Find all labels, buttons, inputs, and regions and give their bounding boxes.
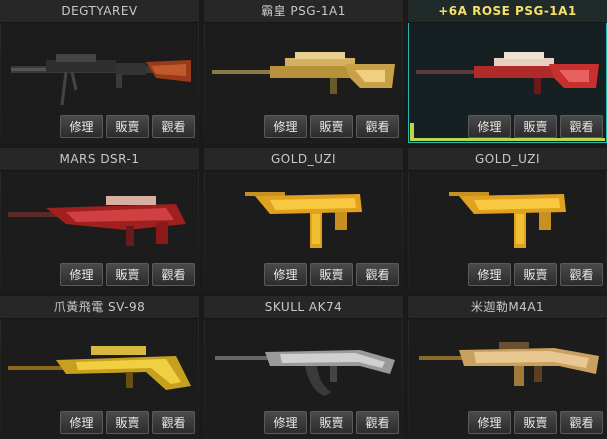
repair-button[interactable]: 修理 [60, 411, 103, 434]
sniper-red-icon [8, 196, 186, 246]
repair-button[interactable]: 修理 [264, 263, 307, 286]
weapon-name: GOLD_UZI [204, 148, 403, 171]
weapon-card[interactable]: 爪黃飛電 SV-98 修理 販賣 觀看 [0, 296, 199, 439]
weapon-name: GOLD_UZI [408, 148, 607, 171]
sell-button[interactable]: 販賣 [310, 115, 353, 138]
sniper-gold-icon [212, 52, 395, 94]
sell-button[interactable]: 販賣 [514, 411, 557, 434]
view-button[interactable]: 觀看 [560, 115, 603, 138]
weapon-name: SKULL AK74 [204, 296, 403, 319]
repair-button[interactable]: 修理 [468, 411, 511, 434]
repair-button[interactable]: 修理 [264, 411, 307, 434]
sell-button[interactable]: 販賣 [514, 115, 557, 138]
weapon-card[interactable]: 米迦勒M4A1 修理 販賣 觀看 [408, 296, 607, 439]
weapon-name: 霸皇 PSG-1A1 [204, 0, 403, 23]
rifle-gold-icon [419, 342, 599, 386]
weapon-card[interactable]: GOLD_UZI 修理 販賣 觀看 [408, 148, 607, 291]
view-button[interactable]: 觀看 [560, 263, 603, 286]
weapon-card[interactable]: 霸皇 PSG-1A1 修理 販賣 觀看 [204, 0, 403, 143]
weapon-name: 米迦勒M4A1 [408, 296, 607, 319]
sell-button[interactable]: 販賣 [310, 263, 353, 286]
weapon-card[interactable]: SKULL AK74 修理 販賣 觀看 [204, 296, 403, 439]
weapon-name: 爪黃飛電 SV-98 [0, 296, 199, 319]
view-button[interactable]: 觀看 [356, 411, 399, 434]
repair-button[interactable]: 修理 [264, 115, 307, 138]
sell-button[interactable]: 販賣 [310, 411, 353, 434]
rifle-silver-icon [215, 350, 395, 396]
repair-button[interactable]: 修理 [468, 263, 511, 286]
view-button[interactable]: 觀看 [152, 411, 195, 434]
view-button[interactable]: 觀看 [356, 263, 399, 286]
weapon-card-selected[interactable]: +6A ROSE PSG-1A1 修理 販賣 觀看 [408, 0, 607, 143]
repair-button[interactable]: 修理 [60, 263, 103, 286]
sell-button[interactable]: 販賣 [106, 263, 149, 286]
weapon-card[interactable]: DEGTYAREV 修理 販賣 觀看 [0, 0, 199, 143]
weapon-card[interactable]: MARS DSR-1 修理 販賣 觀看 [0, 148, 199, 291]
weapon-name: +6A ROSE PSG-1A1 [408, 0, 607, 23]
sniper-yellow-icon [8, 346, 191, 390]
weapon-card[interactable]: GOLD_UZI 修理 販賣 觀看 [204, 148, 403, 291]
sell-button[interactable]: 販賣 [106, 411, 149, 434]
view-button[interactable]: 觀看 [560, 411, 603, 434]
weapon-name: MARS DSR-1 [0, 148, 199, 171]
view-button[interactable]: 觀看 [152, 263, 195, 286]
weapon-inventory-grid: DEGTYAREV 修理 販賣 觀看 霸皇 PSG-1A1 修理 販賣 觀看 +… [0, 0, 607, 439]
sell-button[interactable]: 販賣 [514, 263, 557, 286]
sell-button[interactable]: 販賣 [106, 115, 149, 138]
view-button[interactable]: 觀看 [356, 115, 399, 138]
lmg-black-icon [11, 54, 191, 106]
sniper-rose-icon [416, 52, 599, 94]
repair-button[interactable]: 修理 [468, 115, 511, 138]
repair-button[interactable]: 修理 [60, 115, 103, 138]
smg-gold-icon [449, 192, 566, 248]
view-button[interactable]: 觀看 [152, 115, 195, 138]
smg-gold-icon [245, 192, 362, 248]
weapon-name: DEGTYAREV [0, 0, 199, 23]
